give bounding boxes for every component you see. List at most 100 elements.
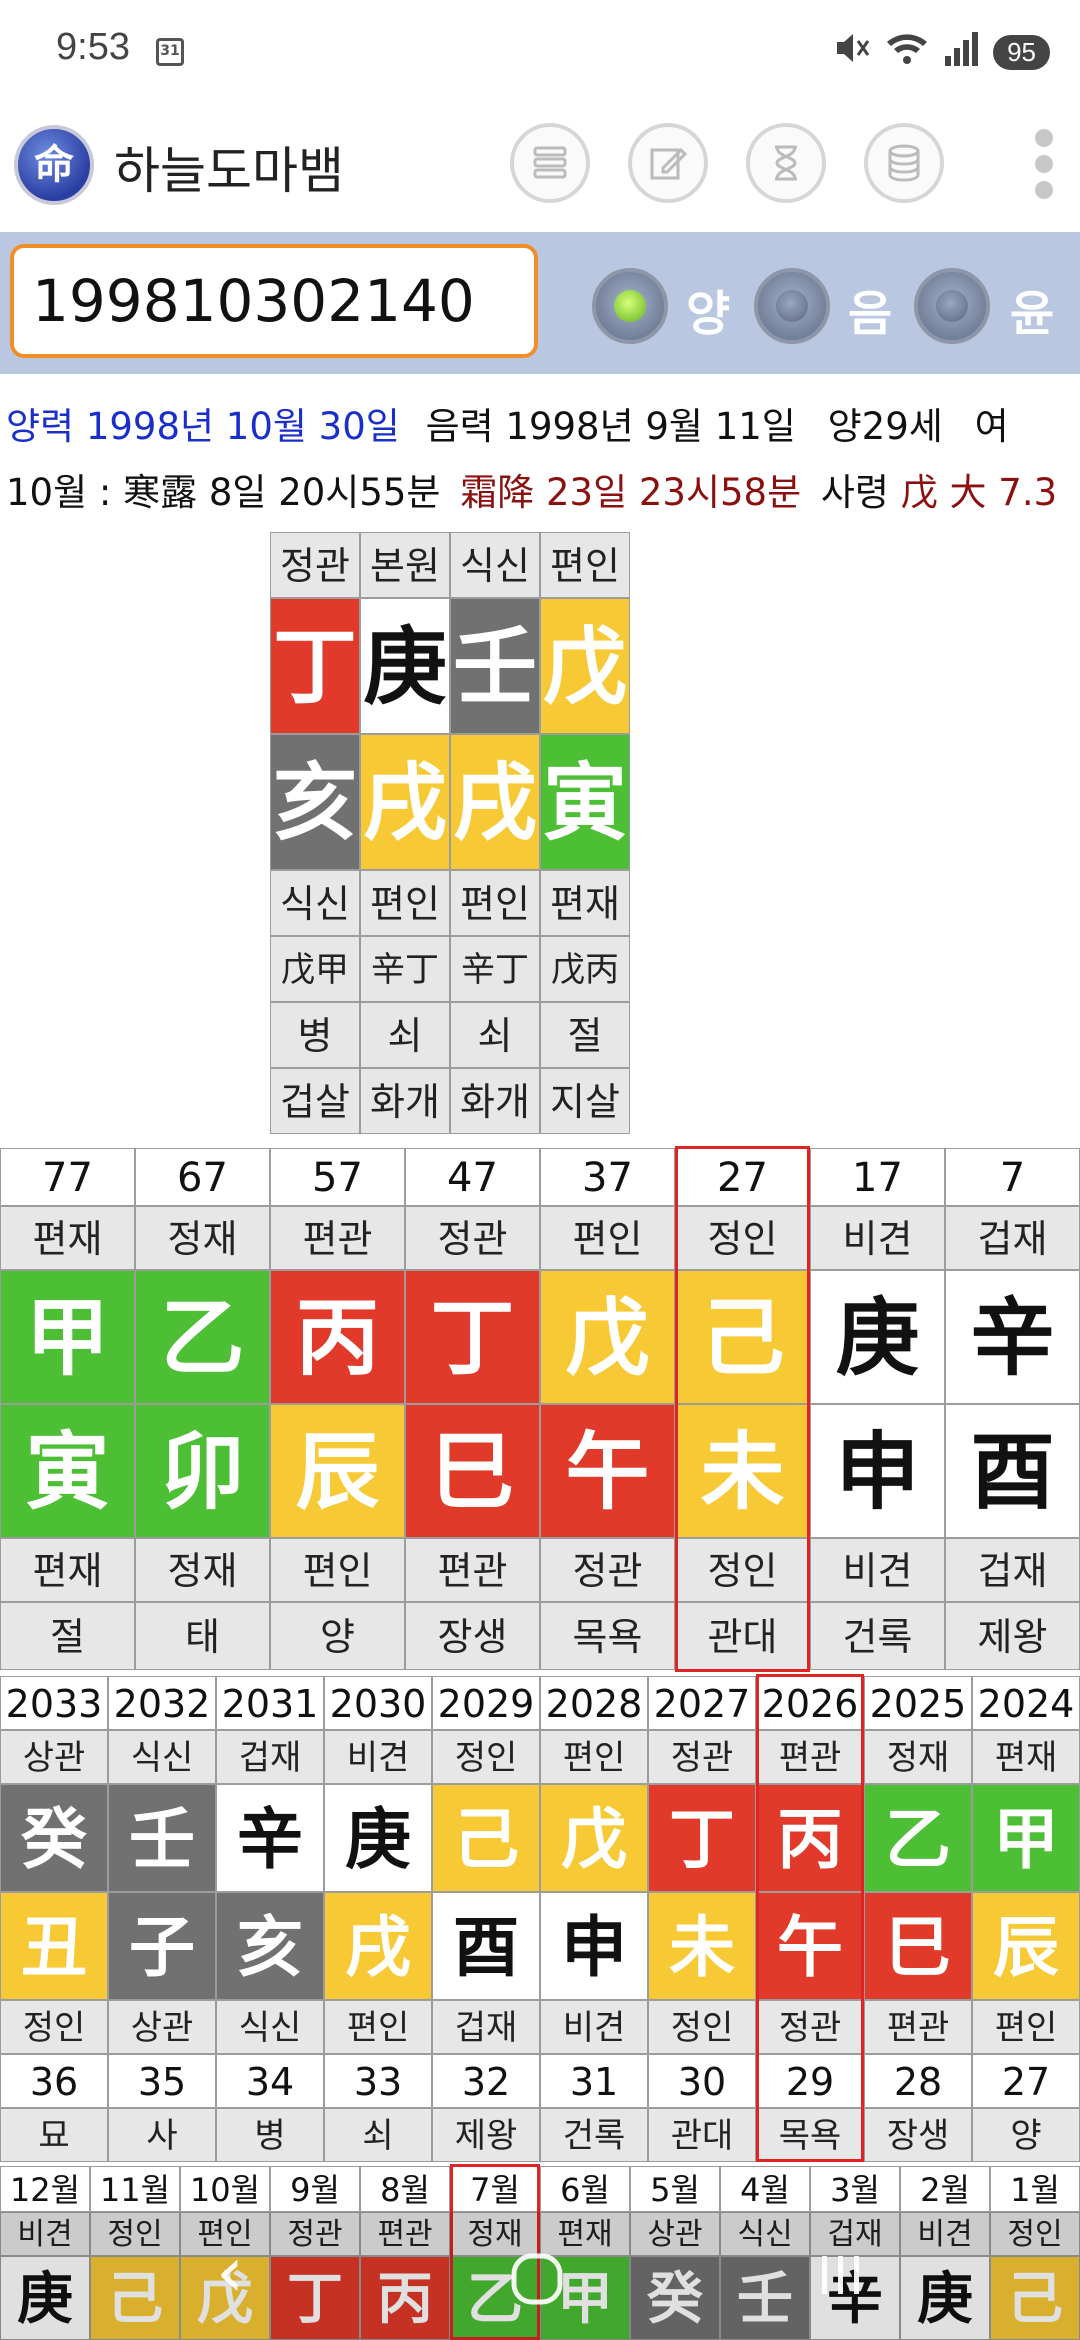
natal-stem: 丁 bbox=[270, 598, 360, 734]
year-branch: 巳 bbox=[864, 1892, 972, 2000]
year-stem-label: 편재 bbox=[972, 1730, 1080, 1784]
daeun-branch: 申 bbox=[810, 1404, 945, 1538]
natal-hidden-stems: 戊丙甲 bbox=[540, 936, 630, 1056]
month-label: 4월 bbox=[720, 2166, 810, 2212]
daeun-stem: 丁 bbox=[405, 1270, 540, 1404]
database-button[interactable] bbox=[864, 123, 944, 203]
natal-stem-label: 정관 bbox=[270, 532, 360, 598]
daeun-branch: 午 bbox=[540, 1404, 675, 1538]
radio-lunar[interactable] bbox=[754, 268, 830, 344]
saryeong-label: 사령 bbox=[820, 471, 889, 514]
more-icon[interactable] bbox=[1030, 129, 1058, 199]
month-stem-label: 식신 bbox=[720, 2212, 810, 2256]
year-life-stage: 건록 bbox=[540, 2108, 648, 2162]
year-branch-label: 정인 bbox=[0, 2000, 108, 2054]
daeun-age: 27 bbox=[675, 1148, 810, 1206]
daeun-age: 37 bbox=[540, 1148, 675, 1206]
month-label: 11월 bbox=[90, 2166, 180, 2212]
month-label: 3월 bbox=[810, 2166, 900, 2212]
natal-branch-label: 편재 bbox=[540, 870, 630, 936]
list-button[interactable] bbox=[510, 123, 590, 203]
daeun-branch-label: 편재 bbox=[0, 1538, 135, 1602]
year-life-stage: 양 bbox=[972, 2108, 1080, 2162]
radio-solar[interactable] bbox=[592, 268, 668, 344]
year-age: 32 bbox=[432, 2054, 540, 2108]
mute-icon bbox=[831, 28, 871, 77]
year-stem: 庚 bbox=[324, 1784, 432, 1892]
natal-hidden-stems: 辛丁戊 bbox=[360, 936, 450, 1056]
month-stem: 乙 bbox=[450, 2256, 540, 2340]
natal-branch: 戌 bbox=[450, 734, 540, 870]
natal-life-stage: 쇠 bbox=[360, 1002, 450, 1068]
app-title: 하늘도마뱀 bbox=[114, 142, 344, 200]
app-logo[interactable]: 命 bbox=[14, 125, 94, 205]
year-branch: 酉 bbox=[432, 1892, 540, 2000]
year-age: 35 bbox=[108, 2054, 216, 2108]
daeun-life-stage: 양 bbox=[270, 1602, 405, 1670]
solar-date: 양력 1998년 10월 30일 bbox=[6, 405, 400, 448]
year-stem-label: 정재 bbox=[864, 1730, 972, 1784]
natal-branch: 寅 bbox=[540, 734, 630, 870]
month-label: 12월 bbox=[0, 2166, 90, 2212]
natal-stem-label: 편인 bbox=[540, 532, 630, 598]
year-branch-label: 편인 bbox=[324, 2000, 432, 2054]
radio-lunar-label: 음 bbox=[848, 286, 893, 342]
month-stem: 己 bbox=[990, 2256, 1080, 2340]
year-age: 33 bbox=[324, 2054, 432, 2108]
year-age: 28 bbox=[864, 2054, 972, 2108]
month-label: 8월 bbox=[360, 2166, 450, 2212]
radio-leap[interactable] bbox=[914, 268, 990, 344]
input-band: 양 음 윤 bbox=[0, 232, 1080, 374]
year-life-stage: 목욕 bbox=[756, 2108, 864, 2162]
natal-life-stage: 병 bbox=[270, 1002, 360, 1068]
daeun-branch: 未 bbox=[675, 1404, 810, 1538]
month-term: 10월 : 寒露 8일 20시55분 bbox=[6, 471, 441, 514]
month-stem-label: 편인 bbox=[180, 2212, 270, 2256]
natal-branch-label: 식신 bbox=[270, 870, 360, 936]
month-stem-label: 편재 bbox=[540, 2212, 630, 2256]
daeun-branch-label: 비견 bbox=[810, 1538, 945, 1602]
year-stem-label: 비견 bbox=[324, 1730, 432, 1784]
year-label: 2024 bbox=[972, 1676, 1080, 1730]
month-stem: 戊 bbox=[180, 2256, 270, 2340]
year-age: 34 bbox=[216, 2054, 324, 2108]
month-stem-label: 정인 bbox=[90, 2212, 180, 2256]
year-branch-label: 비견 bbox=[540, 2000, 648, 2054]
calendar-icon: 31 bbox=[156, 38, 184, 66]
daeun-stem: 丙 bbox=[270, 1270, 405, 1404]
edit-button[interactable] bbox=[628, 123, 708, 203]
year-label: 2028 bbox=[540, 1676, 648, 1730]
natal-branch: 戌 bbox=[360, 734, 450, 870]
natal-branch-label: 편인 bbox=[360, 870, 450, 936]
month-stem: 壬 bbox=[720, 2256, 810, 2340]
month-stem: 癸 bbox=[630, 2256, 720, 2340]
month-stem-label: 정재 bbox=[450, 2212, 540, 2256]
year-stem: 丙 bbox=[756, 1784, 864, 1892]
year-life-stage: 관대 bbox=[648, 2108, 756, 2162]
month-label: 7월 bbox=[450, 2166, 540, 2212]
year-stem-label: 정관 bbox=[648, 1730, 756, 1784]
month-stem: 己 bbox=[90, 2256, 180, 2340]
month-label: 10월 bbox=[180, 2166, 270, 2212]
daeun-stem: 己 bbox=[675, 1270, 810, 1404]
year-age: 30 bbox=[648, 2054, 756, 2108]
daeun-branch: 寅 bbox=[0, 1404, 135, 1538]
natal-hidden-stems: 戊甲壬 bbox=[270, 936, 360, 1056]
year-branch-label: 정관 bbox=[756, 2000, 864, 2054]
hourglass-button[interactable] bbox=[746, 123, 826, 203]
year-life-stage: 장생 bbox=[864, 2108, 972, 2162]
year-stem: 己 bbox=[432, 1784, 540, 1892]
daeun-branch-label: 정관 bbox=[540, 1538, 675, 1602]
year-stem: 乙 bbox=[864, 1784, 972, 1892]
year-stem: 壬 bbox=[108, 1784, 216, 1892]
status-time: 9:53 bbox=[56, 26, 130, 68]
year-stem-label: 겁재 bbox=[216, 1730, 324, 1784]
daeun-age: 7 bbox=[945, 1148, 1080, 1206]
month-stem-label: 정인 bbox=[990, 2212, 1080, 2256]
solar-term-line: 10월 : 寒露 8일 20시55분 霜降 23일 23시58분 사령 戊 大 … bbox=[6, 462, 1057, 516]
daeun-age: 77 bbox=[0, 1148, 135, 1206]
month-stem-label: 정관 bbox=[270, 2212, 360, 2256]
birth-datetime-input[interactable] bbox=[10, 244, 538, 358]
year-branch-label: 편인 bbox=[972, 2000, 1080, 2054]
date-info-line: 양력 1998년 10월 30일 음력 1998년 9월 11일 양29세 여 bbox=[6, 396, 1009, 450]
